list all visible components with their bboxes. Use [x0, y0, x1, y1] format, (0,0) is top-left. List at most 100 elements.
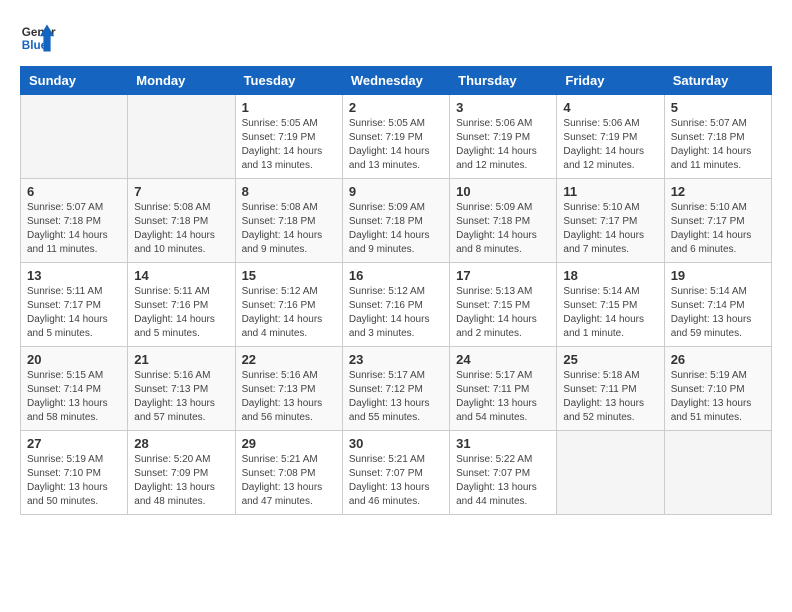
calendar-cell: 10Sunrise: 5:09 AM Sunset: 7:18 PM Dayli… — [450, 179, 557, 263]
day-number: 14 — [134, 268, 228, 283]
day-info: Sunrise: 5:21 AM Sunset: 7:07 PM Dayligh… — [349, 453, 443, 509]
calendar-cell: 27 Sunrise: 5:19 AM Sunset: 7:10 PM Dayli… — [21, 431, 128, 515]
calendar-cell: 17 Sunrise: 5:13 AM Sunset: 7:15 PM Dayli… — [450, 263, 557, 347]
day-number: 1 — [242, 100, 336, 115]
day-info: Sunrise: 5:17 AM Sunset: 7:12 PM Dayligh… — [349, 369, 443, 425]
calendar-week-row: 13 Sunrise: 5:11 AM Sunset: 7:17 PM Dayli… — [21, 263, 772, 347]
day-info: Sunrise: 5:14 AM Sunset: 7:14 PM Dayligh… — [671, 285, 765, 341]
calendar-cell: 15 Sunrise: 5:12 AM Sunset: 7:16 PM Dayli… — [235, 263, 342, 347]
calendar-cell: 13 Sunrise: 5:11 AM Sunset: 7:17 PM Dayli… — [21, 263, 128, 347]
day-number: 23 — [349, 352, 443, 367]
day-info: Sunrise: 5:21 AM Sunset: 7:08 PM Dayligh… — [242, 453, 336, 509]
day-number: 29 — [242, 436, 336, 451]
calendar-cell: 21 Sunrise: 5:16 AM Sunset: 7:13 PM Dayli… — [128, 347, 235, 431]
calendar-cell: 14 Sunrise: 5:11 AM Sunset: 7:16 PM Dayli… — [128, 263, 235, 347]
calendar-cell: 20 Sunrise: 5:15 AM Sunset: 7:14 PM Dayli… — [21, 347, 128, 431]
day-number: 19 — [671, 268, 765, 283]
calendar-table: SundayMondayTuesdayWednesdayThursdayFrid… — [20, 66, 772, 515]
day-info: Sunrise: 5:09 AM Sunset: 7:18 PM Dayligh… — [349, 201, 443, 257]
day-info: Sunrise: 5:12 AM Sunset: 7:16 PM Dayligh… — [242, 285, 336, 341]
day-info: Sunrise: 5:10 AM Sunset: 7:17 PM Dayligh… — [563, 201, 657, 257]
day-number: 17 — [456, 268, 550, 283]
day-number: 5 — [671, 100, 765, 115]
day-info: Sunrise: 5:10 AM Sunset: 7:17 PM Dayligh… — [671, 201, 765, 257]
calendar-cell: 5 Sunrise: 5:07 AM Sunset: 7:18 PM Daylig… — [664, 95, 771, 179]
calendar-cell: 7 Sunrise: 5:08 AM Sunset: 7:18 PM Daylig… — [128, 179, 235, 263]
day-info: Sunrise: 5:07 AM Sunset: 7:18 PM Dayligh… — [671, 117, 765, 173]
calendar-cell: 3 Sunrise: 5:06 AM Sunset: 7:19 PM Daylig… — [450, 95, 557, 179]
day-header: Friday — [557, 67, 664, 95]
day-info: Sunrise: 5:19 AM Sunset: 7:10 PM Dayligh… — [671, 369, 765, 425]
calendar-cell: 23 Sunrise: 5:17 AM Sunset: 7:12 PM Dayli… — [342, 347, 449, 431]
day-number: 24 — [456, 352, 550, 367]
calendar-cell: 24 Sunrise: 5:17 AM Sunset: 7:11 PM Dayli… — [450, 347, 557, 431]
day-info: Sunrise: 5:16 AM Sunset: 7:13 PM Dayligh… — [242, 369, 336, 425]
day-number: 13 — [27, 268, 121, 283]
day-info: Sunrise: 5:15 AM Sunset: 7:14 PM Dayligh… — [27, 369, 121, 425]
day-info: Sunrise: 5:05 AM Sunset: 7:19 PM Dayligh… — [349, 117, 443, 173]
day-info: Sunrise: 5:09 AM Sunset: 7:18 PM Dayligh… — [456, 201, 550, 257]
day-info: Sunrise: 5:12 AM Sunset: 7:16 PM Dayligh… — [349, 285, 443, 341]
day-header: Monday — [128, 67, 235, 95]
calendar-week-row: 20 Sunrise: 5:15 AM Sunset: 7:14 PM Dayli… — [21, 347, 772, 431]
logo: General Blue — [20, 20, 60, 56]
day-number: 7 — [134, 184, 228, 199]
day-header: Wednesday — [342, 67, 449, 95]
day-number: 3 — [456, 100, 550, 115]
calendar-cell: 28 Sunrise: 5:20 AM Sunset: 7:09 PM Dayli… — [128, 431, 235, 515]
day-info: Sunrise: 5:19 AM Sunset: 7:10 PM Dayligh… — [27, 453, 121, 509]
day-info: Sunrise: 5:20 AM Sunset: 7:09 PM Dayligh… — [134, 453, 228, 509]
day-number: 6 — [27, 184, 121, 199]
calendar-cell — [664, 431, 771, 515]
logo-icon: General Blue — [20, 20, 56, 56]
day-number: 15 — [242, 268, 336, 283]
day-info: Sunrise: 5:06 AM Sunset: 7:19 PM Dayligh… — [456, 117, 550, 173]
day-number: 12 — [671, 184, 765, 199]
day-header: Thursday — [450, 67, 557, 95]
day-info: Sunrise: 5:06 AM Sunset: 7:19 PM Dayligh… — [563, 117, 657, 173]
calendar-cell: 1 Sunrise: 5:05 AM Sunset: 7:19 PM Daylig… — [235, 95, 342, 179]
day-number: 25 — [563, 352, 657, 367]
calendar-cell: 22Sunrise: 5:16 AM Sunset: 7:13 PM Dayli… — [235, 347, 342, 431]
day-info: Sunrise: 5:05 AM Sunset: 7:19 PM Dayligh… — [242, 117, 336, 173]
day-info: Sunrise: 5:07 AM Sunset: 7:18 PM Dayligh… — [27, 201, 121, 257]
day-info: Sunrise: 5:16 AM Sunset: 7:13 PM Dayligh… — [134, 369, 228, 425]
calendar-week-row: 27 Sunrise: 5:19 AM Sunset: 7:10 PM Dayli… — [21, 431, 772, 515]
calendar-week-row: 1 Sunrise: 5:05 AM Sunset: 7:19 PM Daylig… — [21, 95, 772, 179]
day-info: Sunrise: 5:13 AM Sunset: 7:15 PM Dayligh… — [456, 285, 550, 341]
day-info: Sunrise: 5:08 AM Sunset: 7:18 PM Dayligh… — [134, 201, 228, 257]
day-info: Sunrise: 5:08 AM Sunset: 7:18 PM Dayligh… — [242, 201, 336, 257]
day-number: 11 — [563, 184, 657, 199]
calendar-cell: 11 Sunrise: 5:10 AM Sunset: 7:17 PM Dayli… — [557, 179, 664, 263]
calendar-cell: 4 Sunrise: 5:06 AM Sunset: 7:19 PM Daylig… — [557, 95, 664, 179]
day-info: Sunrise: 5:14 AM Sunset: 7:15 PM Dayligh… — [563, 285, 657, 341]
calendar-cell — [128, 95, 235, 179]
day-number: 18 — [563, 268, 657, 283]
calendar-cell: 2 Sunrise: 5:05 AM Sunset: 7:19 PM Daylig… — [342, 95, 449, 179]
calendar-cell: 25Sunrise: 5:18 AM Sunset: 7:11 PM Dayli… — [557, 347, 664, 431]
day-number: 31 — [456, 436, 550, 451]
day-info: Sunrise: 5:17 AM Sunset: 7:11 PM Dayligh… — [456, 369, 550, 425]
day-number: 20 — [27, 352, 121, 367]
day-number: 16 — [349, 268, 443, 283]
day-info: Sunrise: 5:22 AM Sunset: 7:07 PM Dayligh… — [456, 453, 550, 509]
day-number: 8 — [242, 184, 336, 199]
calendar-cell: 12 Sunrise: 5:10 AM Sunset: 7:17 PM Dayli… — [664, 179, 771, 263]
day-number: 2 — [349, 100, 443, 115]
calendar-cell: 30 Sunrise: 5:21 AM Sunset: 7:07 PM Dayli… — [342, 431, 449, 515]
day-info: Sunrise: 5:11 AM Sunset: 7:16 PM Dayligh… — [134, 285, 228, 341]
calendar-cell: 31 Sunrise: 5:22 AM Sunset: 7:07 PM Dayli… — [450, 431, 557, 515]
day-number: 30 — [349, 436, 443, 451]
calendar-cell: 6 Sunrise: 5:07 AM Sunset: 7:18 PM Daylig… — [21, 179, 128, 263]
day-number: 21 — [134, 352, 228, 367]
calendar-cell: 19 Sunrise: 5:14 AM Sunset: 7:14 PM Dayli… — [664, 263, 771, 347]
calendar-cell: 16 Sunrise: 5:12 AM Sunset: 7:16 PM Dayli… — [342, 263, 449, 347]
day-number: 26 — [671, 352, 765, 367]
day-info: Sunrise: 5:11 AM Sunset: 7:17 PM Dayligh… — [27, 285, 121, 341]
day-number: 27 — [27, 436, 121, 451]
calendar-header-row: SundayMondayTuesdayWednesdayThursdayFrid… — [21, 67, 772, 95]
day-number: 4 — [563, 100, 657, 115]
calendar-cell: 9Sunrise: 5:09 AM Sunset: 7:18 PM Daylig… — [342, 179, 449, 263]
day-number: 28 — [134, 436, 228, 451]
day-header: Saturday — [664, 67, 771, 95]
